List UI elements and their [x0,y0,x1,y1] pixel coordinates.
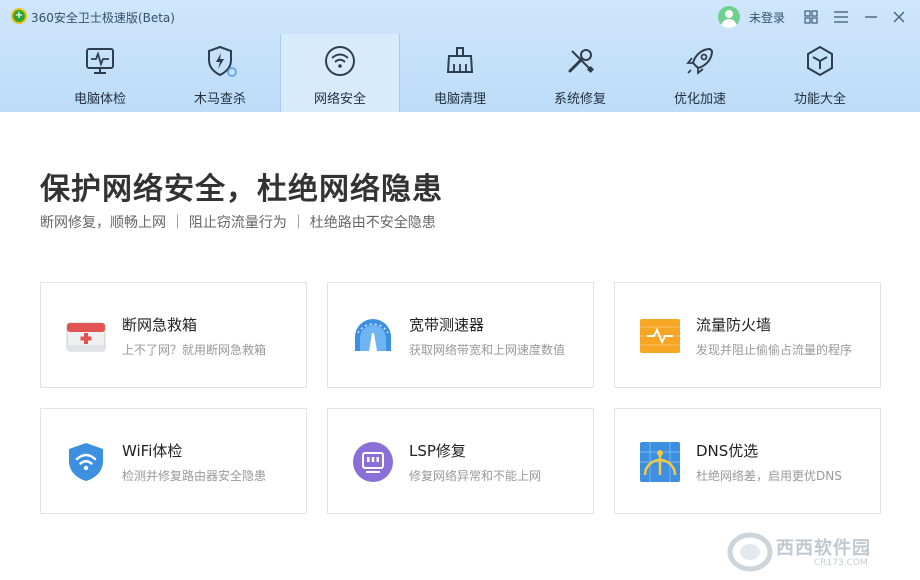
minimize-icon[interactable] [862,8,880,26]
page-subtitle: 断网修复，顺畅上网 ｜ 阻止窃流量行为 ｜ 杜绝路由不安全隐患 [40,215,436,231]
feature-grid: 断网急救箱 上不了网？就用断网急救箱 宽带测速器 获取网络带宽和上网速度数值 流… [40,282,881,514]
card-title: LSP修复 [409,442,466,460]
watermark-logo-icon [727,532,773,572]
card-title: DNS优选 [696,442,759,460]
title-bar: + 360安全卫士极速版(Beta) 未登录 [0,0,920,34]
page-title: 保护网络安全，杜绝网络隐患 [40,172,443,207]
nav-item-pc-checkup[interactable]: 电脑体检 [40,34,160,112]
rocket-icon [686,47,714,75]
nav-label: 功能大全 [793,92,846,107]
first-aid-box-icon [66,322,106,352]
card-dns-optimize[interactable]: DNS优选 杜绝网络差，启用更优DNS [614,408,881,514]
shield-bolt-icon [208,45,237,77]
dns-globe-icon [640,442,680,482]
header: + 360安全卫士极速版(Beta) 未登录 电脑体检 木马查杀 网络安全 电脑… [0,0,920,112]
nav-item-trojan-scan[interactable]: 木马查杀 [160,34,280,112]
card-network-first-aid[interactable]: 断网急救箱 上不了网？就用断网急救箱 [40,282,307,388]
app-logo-icon: + [11,8,27,24]
login-label[interactable]: 未登录 [749,9,785,26]
nav-item-optimize-speedup[interactable]: 优化加速 [640,34,760,112]
watermark: 西西软件园 CR173.COM [726,530,902,574]
monitor-pulse-icon [86,48,114,74]
card-title: WiFi体检 [122,442,183,460]
nav-item-system-repair[interactable]: 系统修复 [520,34,640,112]
card-desc: 上不了网？就用断网急救箱 [122,343,267,357]
card-desc: 修复网络异常和不能上网 [409,469,542,483]
app-title: 360安全卫士极速版(Beta) [31,11,175,25]
nav-item-network-security[interactable]: 网络安全 [280,34,400,112]
card-desc: 杜绝网络差，启用更优DNS [696,469,842,483]
nav-item-pc-cleanup[interactable]: 电脑清理 [400,34,520,112]
main-nav: 电脑体检 木马查杀 网络安全 电脑清理 系统修复 优化加速 功能大全 [40,34,880,112]
nav-label: 电脑体检 [73,92,126,107]
wifi-circle-icon [325,46,355,76]
login-area[interactable]: 未登录 [718,6,785,28]
card-bandwidth-test[interactable]: 宽带测速器 获取网络带宽和上网速度数值 [327,282,594,388]
nav-label: 系统修复 [553,92,606,107]
app-window: + 360安全卫士极速版(Beta) 未登录 电脑体检 木马查杀 网络安全 电脑… [0,0,920,580]
nav-label: 优化加速 [673,92,726,107]
nav-label: 木马查杀 [193,92,246,107]
watermark-url: CR173.COM [814,558,868,568]
nav-label: 网络安全 [313,92,366,107]
card-desc: 获取网络带宽和上网速度数值 [409,343,566,357]
lsp-chip-icon [353,442,393,482]
cube-icon [807,45,833,77]
card-wifi-checkup[interactable]: WiFi体检 检测并修复路由器安全隐患 [40,408,307,514]
nav-item-all-features[interactable]: 功能大全 [760,34,880,112]
wifi-shield-icon [69,443,103,481]
card-desc: 发现并阻止偷偷占流量的程序 [696,343,853,357]
watermark-brand: 西西软件园 [776,538,871,559]
wrench-screwdriver-icon [568,49,595,74]
skin-grid-icon[interactable] [802,8,820,26]
card-title: 宽带测速器 [409,316,485,334]
menu-icon[interactable] [832,8,850,26]
broom-icon [446,47,474,73]
nav-label: 电脑清理 [433,92,486,107]
card-title: 断网急救箱 [122,316,198,334]
card-lsp-repair[interactable]: LSP修复 修复网络异常和不能上网 [327,408,594,514]
speedometer-icon [355,319,391,351]
close-icon[interactable] [890,8,908,26]
card-title: 流量防火墙 [696,316,772,334]
card-desc: 检测并修复路由器安全隐患 [122,469,267,483]
firewall-icon [640,319,680,353]
card-traffic-firewall[interactable]: 流量防火墙 发现并阻止偷偷占流量的程序 [614,282,881,388]
avatar-icon[interactable] [718,6,740,28]
